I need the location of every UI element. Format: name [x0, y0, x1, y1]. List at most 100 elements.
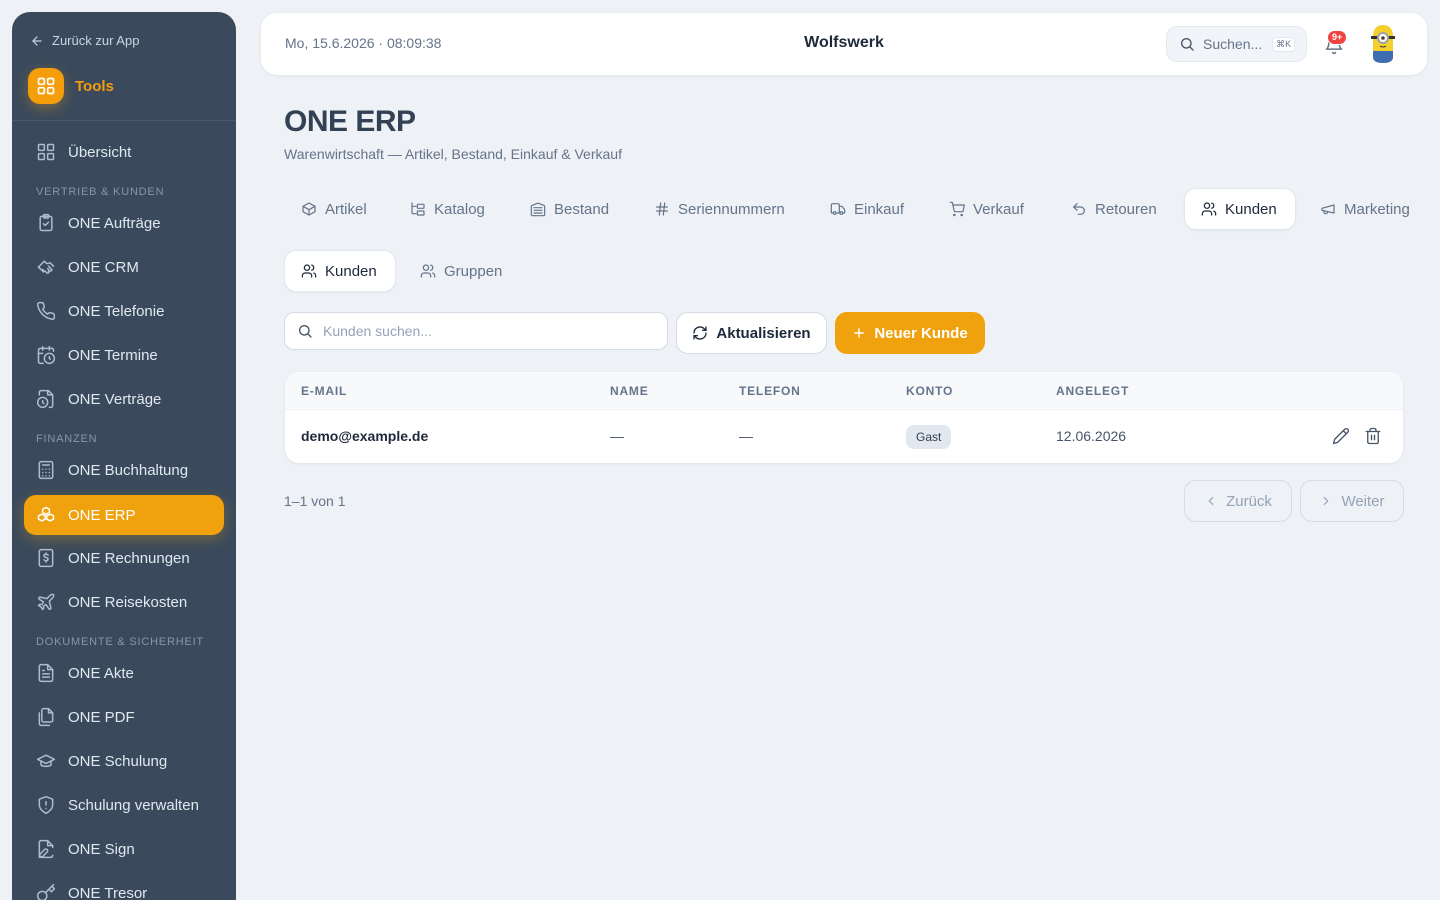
arrow-left-icon — [30, 34, 44, 48]
avatar[interactable] — [1369, 23, 1397, 65]
prev-page-button[interactable]: Zurück — [1184, 480, 1292, 522]
new-customer-button[interactable]: Neuer Kunde — [835, 312, 985, 354]
file-clock-icon — [36, 389, 56, 409]
subtab-label: Kunden — [325, 262, 377, 280]
sidebar-item-schulung[interactable]: ONE Schulung — [24, 741, 224, 781]
sidebar-item-label: ONE Aufträge — [68, 214, 161, 232]
plane-icon — [36, 592, 56, 612]
sidebar-section-vertrieb: Vertrieb & Kunden — [36, 186, 165, 198]
hash-icon — [654, 201, 670, 217]
column-header-email[interactable]: E-Mail — [301, 384, 347, 398]
chevron-right-icon — [1319, 494, 1333, 508]
sidebar-item-label: ONE Telefonie — [68, 302, 165, 320]
tab-label: Retouren — [1095, 200, 1157, 218]
cell-angelegt: 12.06.2026 — [1056, 428, 1127, 444]
users-icon — [420, 263, 436, 279]
receipt-dollar-icon — [36, 548, 56, 568]
next-page-label: Weiter — [1341, 492, 1385, 510]
tab-bestand[interactable]: Bestand — [514, 188, 625, 230]
sidebar-divider — [12, 120, 236, 121]
calendar-clock-icon — [36, 345, 56, 365]
sidebar-item-reisekosten[interactable]: ONE Reisekosten — [24, 582, 224, 622]
tab-artikel[interactable]: Artikel — [285, 188, 383, 230]
tab-label: Katalog — [434, 200, 485, 218]
sidebar-item-label: ONE Sign — [68, 840, 135, 858]
chevron-left-icon — [1204, 494, 1218, 508]
handshake-icon — [36, 257, 56, 277]
sidebar-item-uebersicht[interactable]: Übersicht — [24, 132, 224, 172]
refresh-icon — [692, 325, 708, 341]
column-header-telefon[interactable]: Telefon — [739, 384, 801, 398]
sidebar-section-finanzen: Finanzen — [36, 433, 98, 445]
tab-seriennummern[interactable]: Seriennummern — [638, 188, 801, 230]
sidebar-item-termine[interactable]: ONE Termine — [24, 335, 224, 375]
tab-label: Bestand — [554, 200, 610, 218]
tools-label: Tools — [75, 77, 114, 95]
prev-page-label: Zurück — [1226, 492, 1272, 510]
warehouse-icon — [530, 201, 546, 217]
customer-search-input[interactable] — [323, 323, 643, 339]
trash-icon[interactable] — [1364, 427, 1382, 445]
key-icon — [36, 883, 56, 900]
sidebar-item-schulung-verwalten[interactable]: Schulung verwalten — [24, 785, 224, 825]
sidebar-item-crm[interactable]: ONE CRM — [24, 247, 224, 287]
page-title: ONE ERP — [284, 105, 416, 138]
subtab-label: Gruppen — [444, 262, 503, 280]
graduation-cap-icon — [36, 751, 56, 771]
files-icon — [36, 707, 56, 727]
tab-label: Seriennummern — [678, 200, 785, 218]
sidebar-item-telefonie[interactable]: ONE Telefonie — [24, 291, 224, 331]
search-shortcut-hint: ⌘K — [1272, 36, 1296, 52]
sidebar-item-vertraege[interactable]: ONE Verträge — [24, 379, 224, 419]
truck-icon — [830, 201, 846, 217]
sidebar-item-label: Schulung verwalten — [68, 796, 199, 814]
global-search-placeholder: Suchen... — [1203, 36, 1263, 52]
pagination-range: 1–1 von 1 — [284, 493, 346, 509]
column-header-konto[interactable]: Konto — [906, 384, 953, 398]
sidebar-item-rechnungen[interactable]: ONE Rechnungen — [24, 538, 224, 578]
refresh-button[interactable]: Aktualisieren — [676, 312, 827, 354]
tab-einkauf[interactable]: Einkauf — [814, 188, 920, 230]
column-header-angelegt[interactable]: Angelegt — [1056, 384, 1129, 398]
subtab-kunden[interactable]: Kunden — [284, 250, 396, 292]
tab-katalog[interactable]: Katalog — [394, 188, 501, 230]
tab-verkauf[interactable]: Verkauf — [933, 188, 1040, 230]
search-icon — [1179, 36, 1195, 52]
refresh-button-label: Aktualisieren — [716, 324, 811, 342]
account-type-badge: Gast — [906, 425, 952, 449]
tab-kunden[interactable]: Kunden — [1184, 188, 1296, 230]
tools-header[interactable]: Tools — [28, 68, 114, 104]
column-header-name[interactable]: Name — [610, 384, 649, 398]
next-page-button[interactable]: Weiter — [1300, 480, 1404, 522]
sidebar: Zurück zur App Tools Übersicht Vertrieb … — [12, 12, 236, 900]
file-signature-icon — [36, 839, 56, 859]
edit-pencil-icon[interactable] — [1332, 427, 1350, 445]
sidebar-item-pdf[interactable]: ONE PDF — [24, 697, 224, 737]
customers-table: E-Mail Name Telefon Konto Angelegt demo@… — [285, 372, 1403, 463]
global-search-button[interactable]: Suchen... ⌘K — [1166, 26, 1307, 62]
plus-icon — [852, 326, 866, 340]
tab-label: Marketing — [1344, 200, 1410, 218]
back-link-label: Zurück zur App — [52, 33, 140, 48]
back-to-app-link[interactable]: Zurück zur App — [30, 33, 139, 48]
sidebar-item-label: ONE Buchhaltung — [68, 461, 189, 479]
tab-marketing[interactable]: Marketing — [1304, 188, 1426, 230]
users-icon — [301, 263, 317, 279]
tab-retouren[interactable]: Retouren — [1055, 188, 1173, 230]
sidebar-item-label: ONE PDF — [68, 708, 135, 726]
search-icon — [297, 323, 313, 339]
sidebar-item-auftraege[interactable]: ONE Aufträge — [24, 203, 224, 243]
calculator-icon — [36, 460, 56, 480]
tools-grid-icon — [28, 68, 64, 104]
table-row[interactable]: demo@example.de — — Gast 12.06.2026 — [285, 410, 1403, 463]
sidebar-item-akte[interactable]: ONE Akte — [24, 653, 224, 693]
subtab-gruppen[interactable]: Gruppen — [404, 250, 518, 292]
sidebar-item-buchhaltung[interactable]: ONE Buchhaltung — [24, 450, 224, 490]
sidebar-item-erp[interactable]: ONE ERP — [24, 495, 224, 535]
sidebar-item-tresor[interactable]: ONE Tresor — [24, 873, 224, 900]
sidebar-item-sign[interactable]: ONE Sign — [24, 829, 224, 869]
notification-count-badge: 9+ — [1327, 30, 1348, 45]
sidebar-item-label: ONE Tresor — [68, 884, 148, 900]
file-text-icon — [36, 663, 56, 683]
package-icon — [301, 201, 317, 217]
